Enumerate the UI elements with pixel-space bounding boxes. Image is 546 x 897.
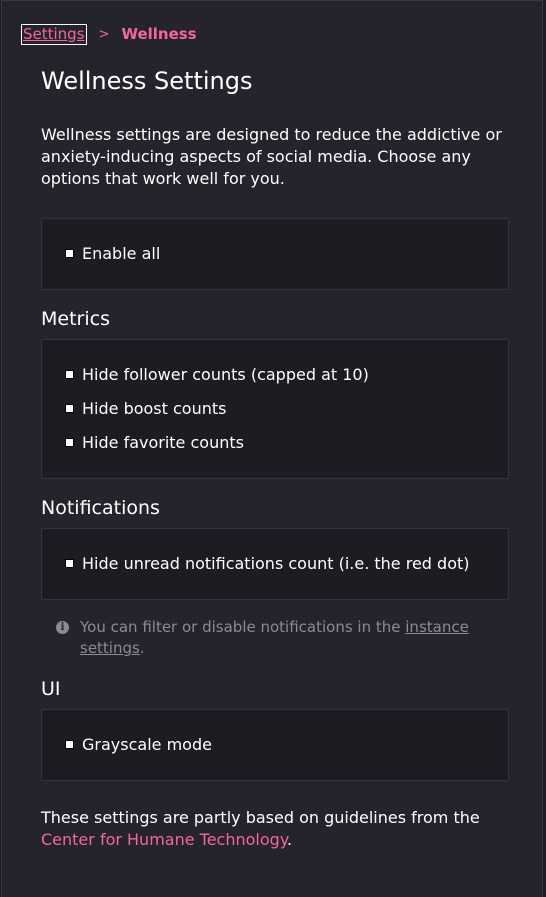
hide-follower-counts-label: Hide follower counts (capped at 10): [82, 365, 369, 384]
metrics-heading: Metrics: [41, 308, 110, 330]
grayscale-mode-checkbox[interactable]: [65, 740, 74, 749]
hint-suffix: .: [139, 639, 145, 657]
hide-boost-counts-label: Hide boost counts: [82, 399, 227, 418]
breadcrumb-current: Wellness: [121, 25, 197, 43]
hide-unread-count-label: Hide unread notifications count (i.e. th…: [82, 554, 470, 573]
breadcrumb: Settings > Wellness: [21, 23, 197, 45]
grayscale-mode-option[interactable]: Grayscale mode: [65, 735, 212, 754]
settings-page: Settings > Wellness Wellness Settings We…: [1, 0, 543, 897]
footer-suffix: .: [287, 830, 293, 849]
notifications-heading: Notifications: [41, 497, 160, 519]
footer-prefix: These settings are partly based on guide…: [41, 808, 480, 827]
footer-text: These settings are partly based on guide…: [41, 807, 509, 851]
hide-follower-counts-option[interactable]: Hide follower counts (capped at 10): [65, 365, 369, 384]
ui-box: Grayscale mode: [41, 709, 509, 781]
hide-boost-counts-option[interactable]: Hide boost counts: [65, 399, 226, 418]
humane-tech-link[interactable]: Center for Humane Technology: [41, 830, 287, 849]
notifications-hint-text: You can filter or disable notifications …: [80, 617, 496, 659]
breadcrumb-settings-link[interactable]: Settings: [21, 23, 87, 45]
hint-prefix: You can filter or disable notifications …: [80, 618, 406, 636]
hide-follower-counts-checkbox[interactable]: [65, 370, 74, 379]
breadcrumb-separator: >: [98, 26, 110, 42]
hide-unread-count-checkbox[interactable]: [65, 559, 74, 568]
intro-text: Wellness settings are designed to reduce…: [41, 125, 502, 188]
hide-favorite-counts-option[interactable]: Hide favorite counts: [65, 433, 244, 452]
page-title: Wellness Settings: [41, 67, 253, 95]
notifications-hint: i You can filter or disable notification…: [56, 617, 496, 659]
ui-heading: UI: [41, 678, 61, 700]
enable-all-option[interactable]: Enable all: [65, 244, 160, 263]
enable-all-box: Enable all: [41, 218, 509, 290]
enable-all-label: Enable all: [82, 244, 161, 263]
enable-all-checkbox[interactable]: [65, 249, 74, 258]
hide-favorite-counts-checkbox[interactable]: [65, 438, 74, 447]
metrics-box: Hide follower counts (capped at 10) Hide…: [41, 339, 509, 479]
grayscale-mode-label: Grayscale mode: [82, 735, 212, 754]
hide-unread-count-option[interactable]: Hide unread notifications count (i.e. th…: [65, 554, 470, 573]
hide-favorite-counts-label: Hide favorite counts: [82, 433, 244, 452]
notifications-box: Hide unread notifications count (i.e. th…: [41, 528, 509, 600]
hide-boost-counts-checkbox[interactable]: [65, 404, 74, 413]
info-icon: i: [56, 621, 69, 634]
